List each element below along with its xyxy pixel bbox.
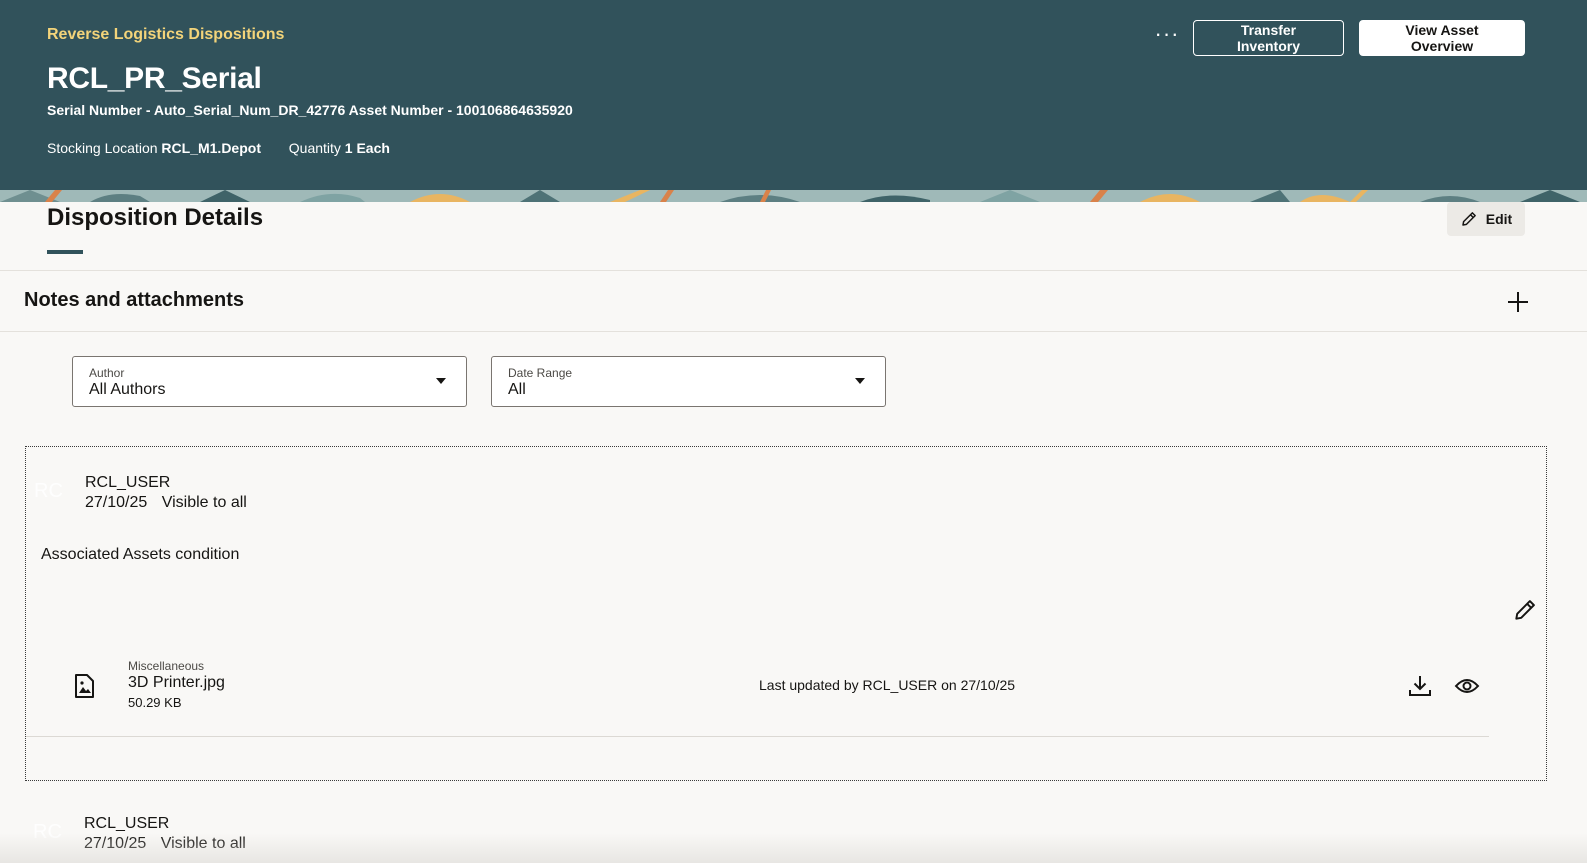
avatar: RC [33, 821, 62, 843]
date-range-select[interactable]: Date Range All [491, 356, 886, 407]
attachment-row: Miscellaneous 3D Printer.jpg 50.29 KB La… [26, 647, 1489, 737]
attachment-size: 50.29 KB [128, 695, 182, 710]
attachment-category: Miscellaneous [128, 659, 205, 673]
note-card[interactable]: RC RCL_USER 27/10/25 Visible to all [25, 801, 625, 861]
notes-panel: Notes and attachments Author All Authors… [0, 270, 1587, 863]
author-select-value: All Authors [89, 381, 166, 398]
attachment-updated: Last updated by RCL_USER on 27/10/25 [759, 677, 1016, 693]
more-actions-button[interactable]: ··· [1153, 23, 1181, 52]
transfer-inventory-button[interactable]: Transfer Inventory [1193, 20, 1344, 56]
asset-subtitle: Serial Number - Auto_Serial_Num_DR_42776… [47, 102, 573, 118]
edit-note-button[interactable] [1512, 597, 1538, 623]
notes-title: Notes and attachments [24, 289, 245, 311]
note-date: 27/10/25 Visible to all [84, 835, 246, 853]
stocking-location-label: Stocking Location [47, 140, 158, 156]
section-underline [47, 250, 83, 254]
date-range-select-label: Date Range [508, 366, 573, 380]
pencil-icon [1462, 212, 1476, 226]
note-card[interactable]: RC RCL_USER 27/10/25 Visible to all Asso… [25, 446, 1547, 781]
eye-icon [1454, 679, 1480, 693]
attachment-name[interactable]: 3D Printer.jpg [128, 674, 225, 692]
author-select[interactable]: Author All Authors [72, 356, 467, 407]
section-title: Disposition Details [47, 204, 264, 231]
download-icon [1409, 676, 1431, 696]
stocking-location-value: RCL_M1.Depot [161, 140, 261, 156]
header-meta: Stocking Location RCL_M1.Depot Quantity … [47, 140, 390, 156]
quantity-value: 1 Each [344, 140, 390, 156]
note-text: Associated Assets condition [41, 546, 240, 563]
edit-button-label: Edit [1485, 211, 1513, 227]
note-date-value: 27/10/25 [85, 494, 148, 511]
author-select-label: Author [89, 366, 125, 380]
notes-header: Notes and attachments [0, 271, 1587, 332]
plus-icon [1508, 292, 1528, 312]
note-date: 27/10/25 Visible to all [85, 494, 247, 512]
view-asset-overview-button[interactable]: View Asset Overview [1359, 20, 1525, 56]
page-header: Reverse Logistics Dispositions RCL_PR_Se… [0, 0, 1587, 202]
note-author: RCL_USER [84, 815, 170, 832]
note-author: RCL_USER [85, 474, 171, 491]
avatar: RC [34, 480, 63, 502]
note-date-value: 27/10/25 [84, 835, 147, 852]
quantity-label: Quantity [288, 140, 341, 156]
image-file-icon [75, 674, 94, 698]
caret-down-icon [855, 378, 865, 384]
note-visibility: Visible to all [161, 494, 247, 511]
decorative-pattern-band [0, 190, 1587, 202]
pencil-icon [1515, 600, 1535, 620]
edit-button[interactable]: Edit [1447, 202, 1525, 236]
view-attachment-button[interactable] [1453, 672, 1481, 700]
add-note-button[interactable] [1503, 287, 1533, 317]
caret-down-icon [436, 378, 446, 384]
download-attachment-button[interactable] [1406, 672, 1434, 700]
date-range-select-value: All [508, 381, 526, 398]
app-title[interactable]: Reverse Logistics Dispositions [47, 26, 284, 44]
note-visibility: Visible to all [160, 835, 246, 852]
page-title: RCL_PR_Serial [47, 62, 262, 95]
